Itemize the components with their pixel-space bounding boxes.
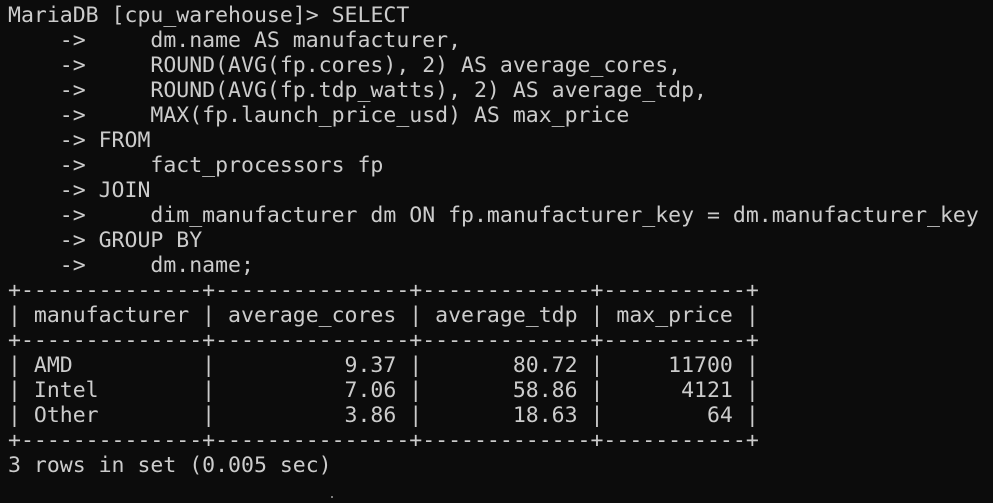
table-border: +--------------+---------------+--------… (8, 278, 759, 303)
query-text: GROUP BY (98, 228, 203, 253)
continuation-line: -> FROM (8, 128, 993, 153)
query-text: dim_manufacturer dm ON fp.manufacturer_k… (98, 203, 979, 228)
query-text: FROM (98, 128, 151, 153)
continuation-line: -> JOIN (8, 178, 993, 203)
query-text: JOIN (98, 178, 151, 203)
query-text: MAX(fp.launch_price_usd) AS max_price (98, 103, 630, 128)
table-header-row: | manufacturer | average_cores | average… (8, 303, 759, 328)
table-border: +--------------+---------------+--------… (8, 328, 759, 353)
continuation-marker: -> (8, 28, 99, 53)
query-text: ROUND(AVG(fp.tdp_watts), 2) AS average_t… (98, 78, 707, 103)
continuation-marker: -> (8, 103, 99, 128)
continuation-line: -> dm.name AS manufacturer, (8, 28, 993, 53)
table-row: | AMD | 9.37 | 80.72 | 11700 | (8, 353, 759, 378)
mysql-prompt: MariaDB [cpu_warehouse]> (8, 3, 332, 28)
continuation-line: -> dm.name; (8, 253, 993, 278)
continuation-marker: -> (8, 203, 99, 228)
continuation-marker: -> (8, 153, 99, 178)
query-text: dm.name; (98, 253, 254, 278)
query-text: ROUND(AVG(fp.cores), 2) AS average_cores… (98, 53, 682, 78)
sql-query: MariaDB [cpu_warehouse]> SELECT -> dm.na… (8, 3, 993, 278)
query-text: SELECT (331, 3, 410, 28)
table-row: | Intel | 7.06 | 58.86 | 4121 | (8, 378, 759, 403)
continuation-marker: -> (8, 228, 99, 253)
continuation-line: -> GROUP BY (8, 228, 993, 253)
continuation-marker: -> (8, 78, 99, 103)
continuation-line: -> MAX(fp.launch_price_usd) AS max_price (8, 103, 993, 128)
continuation-marker: -> (8, 53, 99, 78)
query-text: dm.name AS manufacturer, (98, 28, 462, 53)
continuation-marker: -> (8, 178, 99, 203)
continuation-marker: -> (8, 128, 99, 153)
table-border: +--------------+---------------+--------… (8, 428, 759, 453)
prompt-line: MariaDB [cpu_warehouse]> SELECT (8, 3, 993, 28)
text-cursor (331, 496, 333, 498)
table-row: | Other | 3.86 | 18.63 | 64 | (8, 403, 759, 428)
continuation-line: -> dim_manufacturer dm ON fp.manufacture… (8, 203, 993, 228)
query-text: fact_processors fp (98, 153, 384, 178)
continuation-line: -> ROUND(AVG(fp.cores), 2) AS average_co… (8, 53, 993, 78)
result-table: +--------------+---------------+--------… (8, 278, 993, 453)
continuation-marker: -> (8, 253, 99, 278)
terminal-window[interactable]: MariaDB [cpu_warehouse]> SELECT -> dm.na… (0, 0, 993, 503)
continuation-line: -> ROUND(AVG(fp.tdp_watts), 2) AS averag… (8, 78, 993, 103)
continuation-line: -> fact_processors fp (8, 153, 993, 178)
result-summary: 3 rows in set (0.005 sec) (8, 453, 332, 478)
